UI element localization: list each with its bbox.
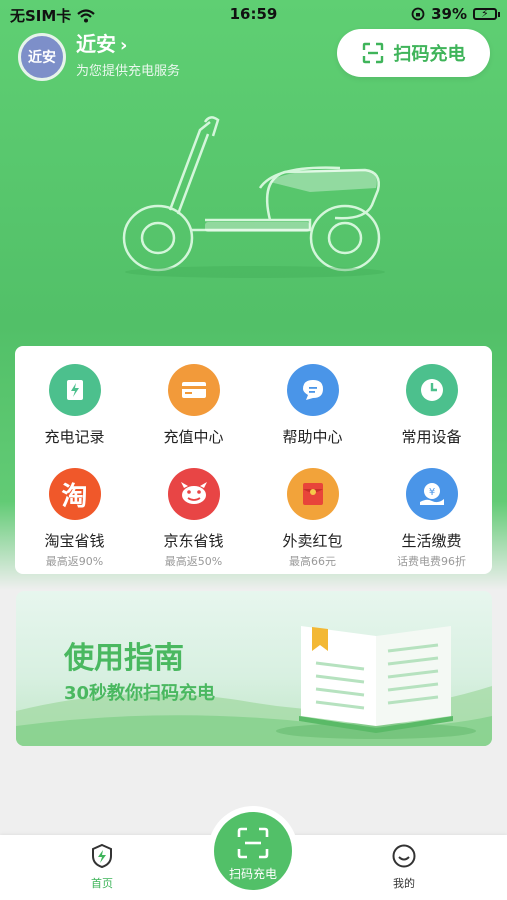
guide-subtitle: 30秒教你扫码充电 (64, 683, 216, 704)
smiley-icon (392, 844, 416, 868)
menu-item-takeout-redpacket[interactable]: 外卖红包 最高66元 (253, 468, 372, 569)
jd-icon (167, 468, 220, 520)
city-name: 近安 (76, 32, 116, 56)
menu-label: 淘宝省钱 (44, 532, 105, 550)
menu-hint: 最高返50% (164, 555, 223, 568)
menu-label: 充值中心 (163, 428, 224, 446)
tab-scan-label: 扫码充电 (228, 867, 277, 881)
menu-label: 外卖红包 (282, 532, 343, 550)
user-guide-banner[interactable]: 使用指南 30秒教你扫码充电 (16, 591, 492, 746)
service-menu-card: 充电记录 充值中心 帮助中心 常用设备 淘 淘宝省钱 最高返90% 京东省钱 最… (15, 346, 492, 574)
scan-charge-button[interactable]: 扫码充电 (337, 29, 490, 77)
chat-icon (286, 364, 339, 416)
tab-home-label: 首页 (91, 877, 113, 890)
menu-item-recharge-center[interactable]: 充值中心 (134, 364, 253, 447)
bill-pay-icon: ¥ (405, 468, 458, 520)
menu-item-bill-payment[interactable]: ¥ 生活缴费 话费电费96折 (372, 468, 491, 569)
menu-label: 常用设备 (401, 428, 462, 446)
tab-scan-charge[interactable]: 扫码充电 (208, 806, 298, 896)
city-selector[interactable]: 近安 › (76, 28, 127, 57)
home-shield-icon (92, 843, 112, 869)
header-subtitle: 为您提供充电服务 (76, 64, 181, 79)
menu-label: 帮助中心 (282, 428, 343, 446)
menu-label: 京东省钱 (163, 532, 224, 550)
card-icon (167, 364, 220, 416)
menu-item-taobao[interactable]: 淘 淘宝省钱 最高返90% (15, 468, 134, 569)
menu-label: 生活缴费 (401, 532, 462, 550)
menu-hint: 话费电费96折 (397, 555, 466, 568)
red-envelope-icon (286, 468, 339, 520)
avatar[interactable]: 近安 (18, 33, 66, 81)
battery-percent: 39% (431, 5, 467, 23)
orientation-lock-icon (411, 7, 425, 21)
svg-text:¥: ¥ (428, 487, 434, 498)
battery-icon: ⚡ (473, 7, 500, 20)
status-bar: 无SIM卡 16:59 39% ⚡ (0, 0, 507, 28)
menu-label: 充电记录 (44, 428, 105, 446)
scan-charge-center-button[interactable]: 扫码充电 (214, 812, 292, 890)
scan-charge-label: 扫码充电 (393, 44, 466, 65)
menu-item-charge-records[interactable]: 充电记录 (15, 364, 134, 447)
scan-icon (362, 42, 383, 64)
tab-home[interactable]: 首页 (62, 843, 142, 891)
chevron-right-icon: › (120, 35, 128, 56)
scooter-illustration (122, 116, 385, 278)
guide-title: 使用指南 (64, 641, 184, 676)
tab-mine-label: 我的 (393, 877, 415, 890)
menu-item-help-center[interactable]: 帮助中心 (253, 364, 372, 447)
tab-mine[interactable]: 我的 (364, 843, 444, 891)
bolt-record-icon (48, 364, 101, 416)
menu-item-jd[interactable]: 京东省钱 最高返50% (134, 468, 253, 569)
menu-hint: 最高66元 (289, 555, 336, 568)
scan-frame-icon (237, 827, 269, 859)
menu-item-common-devices[interactable]: 常用设备 (372, 364, 491, 447)
clock-icon (405, 364, 458, 416)
taobao-icon: 淘 (48, 468, 101, 520)
menu-hint: 最高返90% (45, 555, 104, 568)
